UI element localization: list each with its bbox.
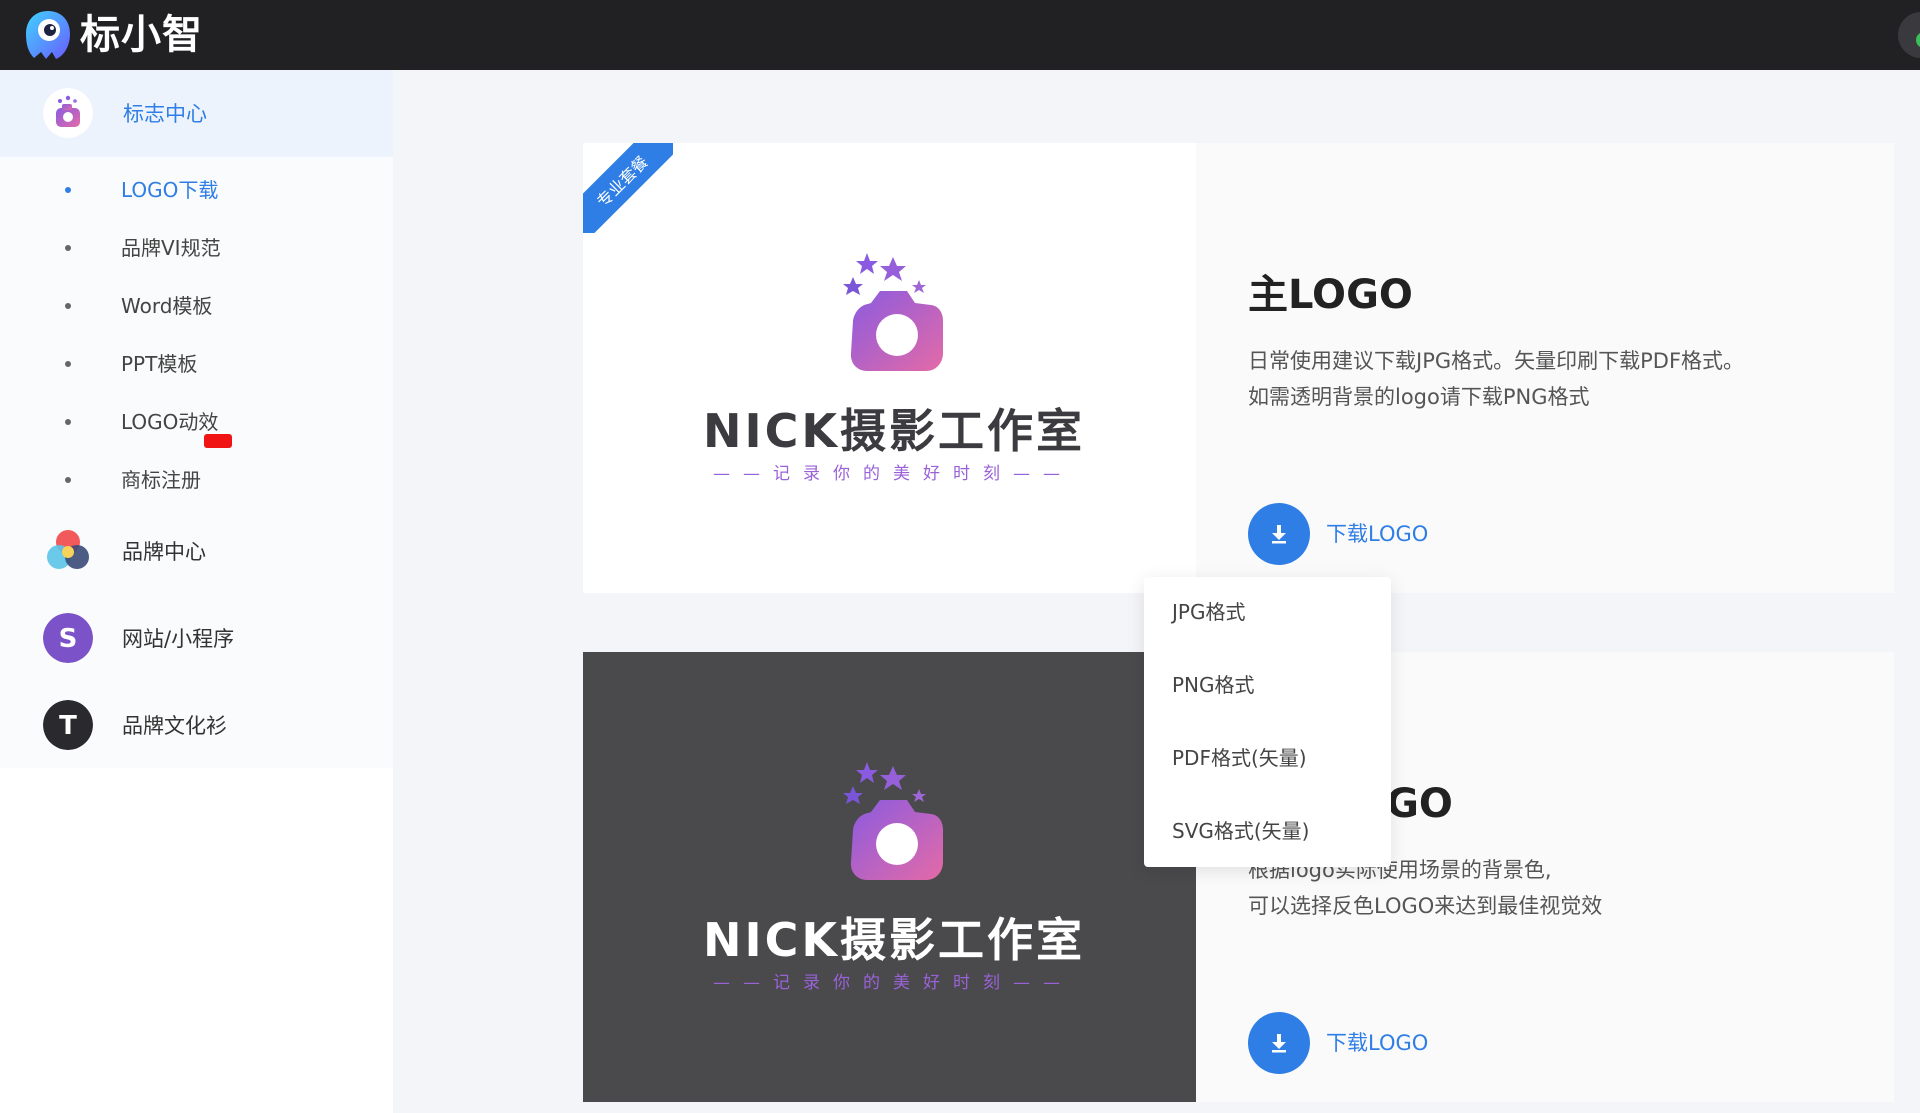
bullet-icon bbox=[65, 477, 71, 483]
format-option-png[interactable]: PNG格式 bbox=[1172, 671, 1255, 699]
pro-package-ribbon: 专业套餐 bbox=[583, 143, 673, 233]
logo-title-text: NICK摄影工作室 bbox=[703, 404, 1086, 458]
download-format-dropdown: JPG格式 PNG格式 PDF格式(矢量) SVG格式(矢量) bbox=[1144, 577, 1391, 867]
submenu-item-label: PPT模板 bbox=[121, 352, 198, 376]
submenu-item-label: LOGO动效 bbox=[121, 410, 219, 434]
submenu-item-label: 商标注册 bbox=[121, 468, 201, 492]
bullet-icon bbox=[65, 187, 71, 193]
submenu-item-ppt-template[interactable]: PPT模板 bbox=[0, 339, 393, 389]
submenu-item-word-template[interactable]: Word模板 bbox=[0, 281, 393, 331]
wechat-service-button[interactable] bbox=[1898, 12, 1920, 58]
sidebar-item-label: 标志中心 bbox=[123, 102, 207, 126]
card-title-visible-part: GO bbox=[1386, 781, 1453, 827]
download-button[interactable] bbox=[1248, 503, 1310, 565]
card-description-line: 如需透明背景的logo请下载PNG格式 bbox=[1248, 385, 1590, 409]
wechat-icon bbox=[1916, 32, 1920, 48]
bullet-icon bbox=[65, 361, 71, 367]
submenu-item-label: 品牌VI规范 bbox=[121, 236, 221, 260]
card-description-line: 日常使用建议下载JPG格式。矢量印刷下载PDF格式。 bbox=[1248, 349, 1745, 373]
sidebar-item-label: 网站/小程序 bbox=[122, 627, 235, 651]
download-logo-link[interactable]: 下载LOGO bbox=[1326, 1029, 1428, 1057]
top-bar: 标小智 bbox=[0, 0, 1920, 70]
format-option-svg[interactable]: SVG格式(矢量) bbox=[1172, 817, 1309, 845]
sidebar-sections: 品牌中心 S 网站/小程序 T 品牌文化衫 bbox=[0, 508, 393, 768]
logo-slogan-text: ——记录你的美好时刻—— bbox=[713, 973, 1073, 993]
sidebar-item-website-miniprogram[interactable]: S 网站/小程序 bbox=[0, 595, 393, 682]
logo-artwork: NICK摄影工作室 ——记录你的美好时刻—— bbox=[703, 253, 1083, 493]
submenu-item-label: LOGO下载 bbox=[121, 178, 219, 202]
color-circles-icon bbox=[47, 530, 89, 569]
app-name: 标小智 bbox=[80, 12, 203, 58]
sidebar-item-label: 品牌中心 bbox=[122, 540, 206, 564]
bullet-icon bbox=[65, 419, 71, 425]
download-icon bbox=[1272, 1034, 1286, 1053]
submenu-item-logo-animation[interactable]: LOGO动效 bbox=[0, 397, 393, 447]
main-logo-info: 主LOGO 日常使用建议下载JPG格式。矢量印刷下载PDF格式。 如需透明背景的… bbox=[1196, 143, 1894, 593]
logo-center-icon bbox=[43, 88, 93, 138]
mascot-logo-icon bbox=[26, 11, 70, 59]
logo-preview-dark: NICK摄影工作室 ——记录你的美好时刻—— bbox=[583, 652, 1196, 1102]
sidebar-item-brand-center[interactable]: 品牌中心 bbox=[0, 508, 393, 595]
download-icon bbox=[1272, 525, 1286, 544]
sidebar-item-logo-center[interactable]: 标志中心 bbox=[0, 70, 393, 157]
bullet-icon bbox=[65, 303, 71, 309]
t-letter-icon: T bbox=[43, 700, 93, 750]
logo-preview-light: 专业套餐 NICK摄影工作室 ——记录你的美好时刻—— bbox=[583, 143, 1196, 593]
submenu-item-label: Word模板 bbox=[121, 294, 213, 318]
svg-text:S: S bbox=[59, 624, 78, 654]
new-badge bbox=[204, 434, 232, 448]
submenu-item-brand-vi[interactable]: 品牌VI规范 bbox=[0, 223, 393, 273]
download-button[interactable] bbox=[1248, 1012, 1310, 1074]
bullet-icon bbox=[65, 245, 71, 251]
submenu-item-logo-download[interactable]: LOGO下载 bbox=[0, 165, 393, 215]
camera-stars-icon bbox=[843, 253, 943, 371]
download-logo-link[interactable]: 下载LOGO bbox=[1326, 520, 1428, 548]
logo-artwork: NICK摄影工作室 ——记录你的美好时刻—— bbox=[703, 762, 1083, 1002]
submenu-item-trademark[interactable]: 商标注册 bbox=[0, 455, 393, 505]
format-option-jpg[interactable]: JPG格式 bbox=[1172, 598, 1245, 626]
sidebar-item-brand-tshirt[interactable]: T 品牌文化衫 bbox=[0, 682, 393, 769]
svg-text:T: T bbox=[59, 711, 77, 741]
logo-slogan-text: ——记录你的美好时刻—— bbox=[713, 464, 1073, 484]
logo-title-text: NICK摄影工作室 bbox=[703, 913, 1086, 967]
main-logo-card: 专业套餐 NICK摄影工作室 ——记录你的美好时刻—— 主LOGO 日常使用建议… bbox=[583, 143, 1894, 593]
ribbon-text: 专业套餐 bbox=[593, 152, 652, 212]
card-title: 主LOGO bbox=[1248, 272, 1413, 318]
card-description-line: 可以选择反色LOGO来达到最佳视觉效 bbox=[1248, 894, 1603, 918]
logo-center-submenu: LOGO下载 品牌VI规范 Word模板 PPT模板 LOGO动效 商标注册 bbox=[0, 157, 393, 508]
sidebar-item-label: 品牌文化衫 bbox=[122, 714, 227, 738]
s-letter-icon: S bbox=[43, 613, 93, 663]
brand-logo[interactable]: 标小智 bbox=[22, 8, 203, 62]
format-option-pdf[interactable]: PDF格式(矢量) bbox=[1172, 744, 1307, 772]
sidebar: 标志中心 LOGO下载 品牌VI规范 Word模板 PPT模板 LOGO动效 商… bbox=[0, 70, 393, 1113]
camera-stars-icon bbox=[843, 762, 943, 880]
